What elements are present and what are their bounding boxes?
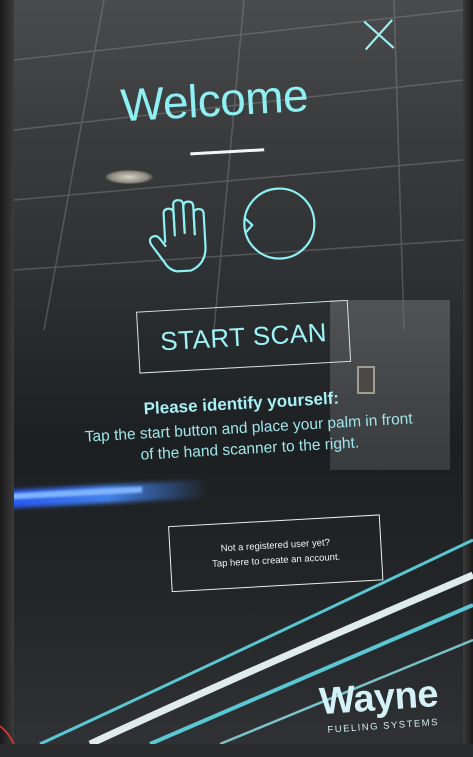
close-icon[interactable] xyxy=(361,17,397,53)
palm-icon xyxy=(143,193,219,277)
page-title: Welcome xyxy=(119,68,310,132)
brand-name: Wayne xyxy=(318,673,440,724)
scanner-icon xyxy=(239,183,319,263)
corner-annotation-mark xyxy=(0,725,15,744)
title-underline xyxy=(190,148,265,156)
start-scan-button[interactable]: START SCAN xyxy=(136,299,352,374)
wayne-logo: Wayne FUELING SYSTEMS xyxy=(318,671,472,741)
